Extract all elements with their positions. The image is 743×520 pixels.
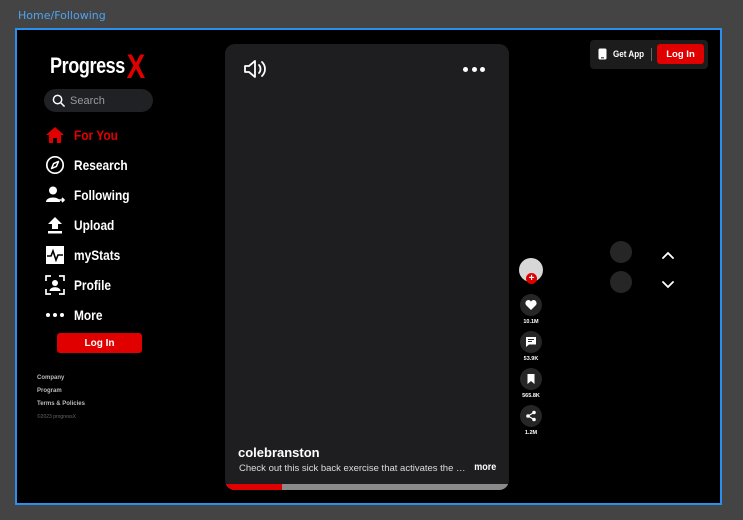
brand-name: Progress — [50, 53, 125, 78]
phone-icon — [598, 48, 607, 60]
upload-icon — [45, 215, 65, 235]
like-button[interactable]: 10.1M — [519, 294, 543, 325]
divider — [651, 48, 652, 61]
sidebar-item-mystats[interactable]: myStats — [45, 240, 139, 270]
share-icon — [526, 410, 536, 422]
video-progress-bar[interactable] — [225, 484, 509, 490]
sidebar-footer: Company Program Terms & Policies ©2023 p… — [37, 372, 85, 424]
bookmark-icon — [527, 374, 535, 384]
sidebar-login-button[interactable]: Log In — [57, 333, 142, 353]
home-icon — [45, 125, 65, 145]
top-login-button[interactable]: Log In — [657, 44, 704, 64]
sidebar-item-label: myStats — [74, 247, 121, 263]
sidebar-item-label: Research — [74, 157, 128, 173]
sidebar-item-more[interactable]: More — [45, 300, 139, 330]
get-app-label: Get App — [613, 48, 645, 60]
sidebar-item-research[interactable]: Research — [45, 150, 139, 180]
copyright: ©2023 progressX — [37, 414, 76, 420]
video-progress-fill — [225, 484, 282, 490]
sidebar-item-for-you[interactable]: For You — [45, 120, 139, 150]
video-player[interactable]: colebranston Check out this sick back ex… — [225, 44, 509, 490]
brand-logo[interactable]: ProgressX — [50, 48, 145, 87]
save-count: 565.8K — [522, 393, 540, 399]
brand-mark: X — [126, 48, 146, 86]
like-count: 10.1M — [523, 319, 539, 325]
share-button[interactable]: 1.2M — [519, 405, 543, 436]
author-avatar[interactable]: + — [519, 258, 543, 284]
follow-plus-icon[interactable]: + — [526, 273, 537, 284]
next-video-circle[interactable] — [610, 271, 632, 293]
sidebar-item-profile[interactable]: Profile — [45, 270, 139, 300]
app-frame: ProgressX For You Research Following Upl… — [15, 28, 722, 505]
comment-icon — [526, 337, 536, 347]
sidebar-nav: For You Research Following Upload myStat… — [45, 120, 139, 330]
sidebar-item-label: Following — [74, 187, 130, 203]
video-options-icon[interactable] — [463, 60, 485, 78]
footer-link-company[interactable]: Company — [37, 372, 85, 385]
sidebar-item-label: Profile — [74, 277, 112, 293]
video-actions: + 10.1M 53.9K 565.8K 1.2M — [519, 258, 543, 442]
footer-link-program[interactable]: Program — [37, 385, 85, 398]
sidebar-item-upload[interactable]: Upload — [45, 210, 139, 240]
chevron-down-icon[interactable] — [661, 280, 675, 290]
comment-count: 53.9K — [523, 356, 539, 362]
caption-more-link[interactable]: more — [474, 462, 496, 473]
video-caption: Check out this sick back exercise that a… — [239, 463, 469, 474]
volume-icon[interactable] — [243, 58, 269, 80]
top-bar: Get App Log In — [590, 40, 708, 69]
sidebar-item-label: More — [74, 307, 103, 323]
sidebar-item-following[interactable]: Following — [45, 180, 139, 210]
chevron-up-icon[interactable] — [661, 250, 675, 260]
video-author[interactable]: colebranston — [238, 445, 320, 460]
search-icon — [52, 94, 65, 107]
save-button[interactable]: 565.8K — [519, 368, 543, 399]
user-following-icon — [45, 185, 65, 205]
search-box[interactable] — [44, 89, 153, 112]
previous-video-circle[interactable] — [610, 241, 632, 263]
sidebar-item-label: For You — [74, 127, 118, 143]
get-app-button[interactable]: Get App — [598, 48, 650, 60]
comment-button[interactable]: 53.9K — [519, 331, 543, 362]
footer-link-terms[interactable]: Terms & Policies — [37, 398, 85, 411]
compass-icon — [45, 155, 65, 175]
heart-icon — [525, 300, 537, 310]
share-count: 1.2M — [524, 430, 538, 436]
sidebar-item-label: Upload — [74, 217, 115, 233]
breadcrumb[interactable]: Home/Following — [18, 9, 106, 22]
pulse-icon — [45, 245, 65, 265]
search-input[interactable] — [70, 94, 150, 107]
profile-scan-icon — [45, 275, 65, 295]
more-dots-icon — [45, 305, 65, 325]
